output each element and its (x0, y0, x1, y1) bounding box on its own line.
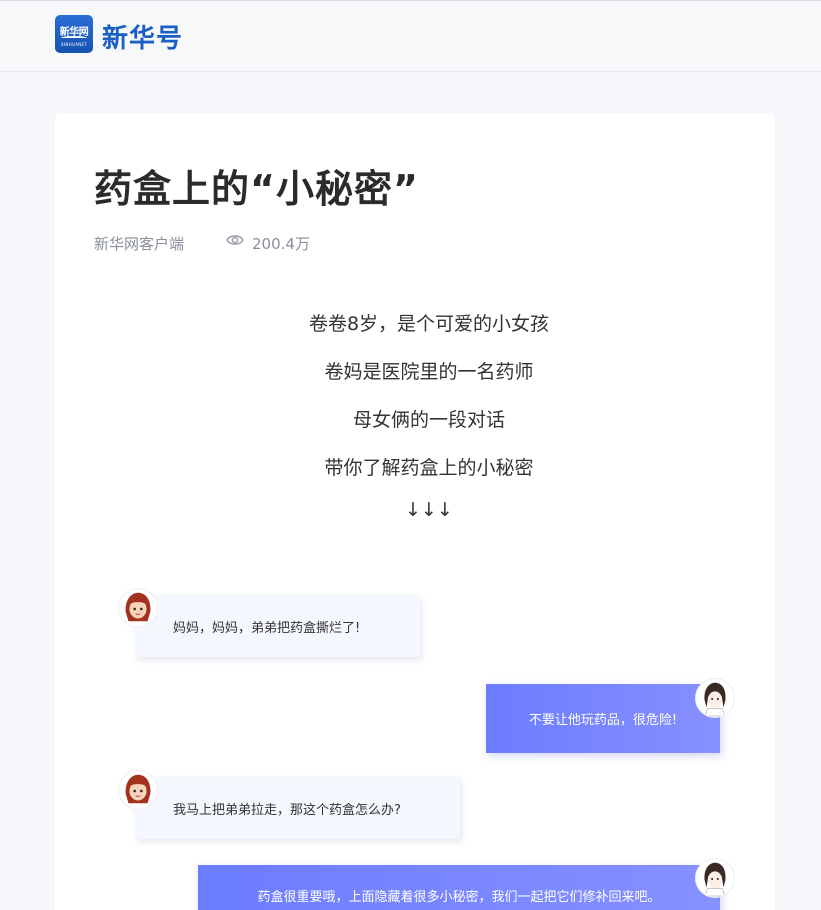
chat-bubble-mom: 不要让他玩药品，很危险! (486, 684, 720, 753)
girl-avatar (118, 770, 158, 810)
article-paragraph: 卷妈是医院里的一名药师 (324, 361, 534, 383)
brand-name[interactable]: 新华号 (102, 18, 183, 55)
chat-bubble-girl: 妈妈，妈妈，弟弟把药盒撕烂了! (135, 595, 420, 657)
article-title: 药盒上的“小秘密” (94, 167, 419, 211)
chat-bubble-girl: 我马上把弟弟拉走，那这个药盒怎么办? (135, 777, 460, 839)
girl-avatar (118, 588, 158, 628)
article-paragraph: 带你了解药盒上的小秘密 (324, 457, 534, 479)
down-arrows: ↓↓↓ (405, 499, 453, 521)
article-paragraph: 卷卷8岁，是个可爱的小女孩 (308, 313, 550, 335)
eye-icon (226, 235, 244, 245)
logo-swoosh (61, 36, 87, 40)
chat-bubble-mom: 药盒很重要哦，上面隐藏着很多小秘密，我们一起把它们修补回来吧。 (198, 865, 720, 910)
article-source[interactable]: 新华网客户端 (94, 233, 184, 254)
mom-avatar (695, 858, 735, 898)
xinhua-logo[interactable]: 新华网 XINHUANET (55, 15, 93, 53)
view-count: 200.4万 (252, 235, 310, 253)
chat-text: 药盒很重要哦，上面隐藏着很多小秘密，我们一起把它们修补回来吧。 (257, 889, 661, 905)
mom-avatar (695, 678, 735, 718)
chat-text: 妈妈，妈妈，弟弟把药盒撕烂了! (173, 620, 361, 636)
logo-subtext: XINHUANET (60, 42, 88, 47)
chat-text: 不要让他玩药品，很危险! (528, 713, 678, 728)
article-paragraph: 母女俩的一段对话 (352, 409, 505, 431)
chat-text: 我马上把弟弟拉走，那这个药盒怎么办? (173, 802, 401, 818)
